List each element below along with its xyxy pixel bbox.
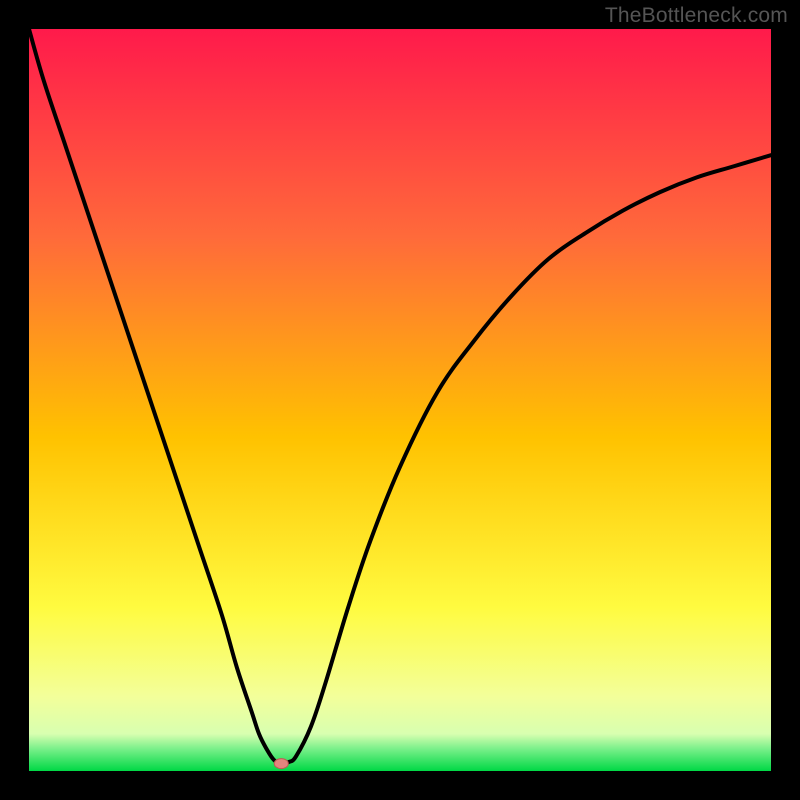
min-marker — [274, 759, 288, 769]
gradient-background — [29, 29, 771, 771]
bottleneck-chart — [29, 29, 771, 771]
plot-area — [29, 29, 771, 771]
chart-frame: TheBottleneck.com — [0, 0, 800, 800]
watermark-text: TheBottleneck.com — [605, 4, 788, 28]
